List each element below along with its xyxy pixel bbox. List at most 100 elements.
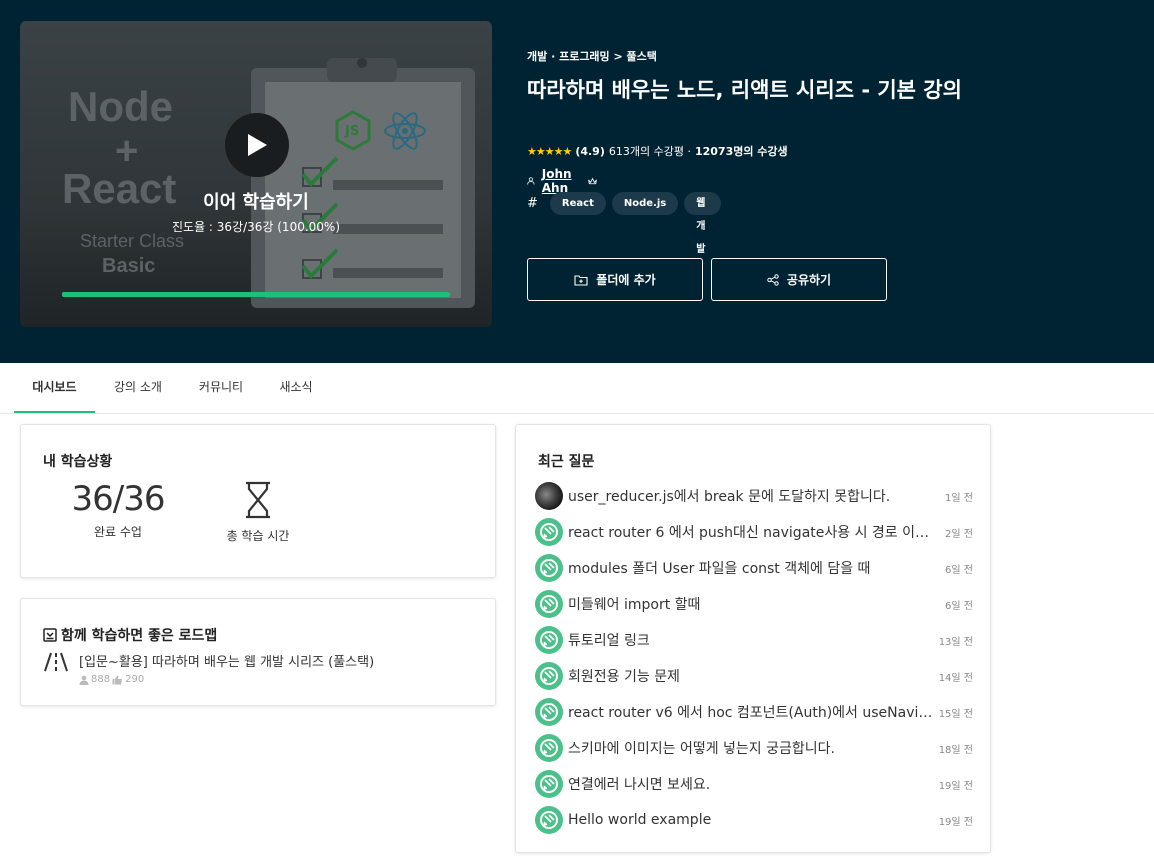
question-time: 18일 전 [938,744,973,756]
default-avatar-icon [535,590,563,618]
person-icon [79,675,89,685]
question-item[interactable]: react router 6 에서 push대신 navigate사용 시 경로… [535,514,973,550]
question-time: 15일 전 [938,708,973,720]
default-avatar-icon [535,698,563,726]
thumbnail-text-node: Node [68,83,173,130]
progress-text: 진도율 : 36강/36강 (100.00%) [171,220,341,234]
tab-news[interactable]: 새소식 [265,363,327,413]
completed-label: 완료 수업 [94,525,142,539]
review-count[interactable]: 613개의 수강평 · [609,143,691,159]
course-tabs: 대시보드 강의 소개 커뮤니티 새소식 [0,363,1154,414]
tag-web-dev[interactable]: 웹 개발 [684,192,721,255]
my-progress-title: 내 학습상황 [43,454,113,470]
question-list: user_reducer.js에서 break 문에 도달하지 못합니다. 1일 … [535,478,973,838]
question-time: 19일 전 [938,780,973,792]
default-avatar-icon [535,734,563,762]
question-time: 1일 전 [945,492,973,504]
tab-community[interactable]: 커뮤니티 [183,363,259,413]
thumbs-up-icon [112,675,123,684]
recent-questions-card: 최근 질문 user_reducer.js에서 break 문에 도달하지 못합… [515,424,991,853]
question-time: 6일 전 [945,600,973,612]
course-title: 따라하며 배우는 노드, 리액트 시리즈 - 기본 강의 [527,78,962,102]
question-title[interactable]: user_reducer.js에서 break 문에 도달하지 못합니다. [568,486,936,506]
user-avatar [535,482,563,510]
tag-nodejs[interactable]: Node.js [611,192,679,215]
course-header: Node + React Starter Class Basic JS 이어 학… [0,0,1154,363]
roadmap-icon [43,628,57,642]
roadmap-student-count: 888 [91,674,111,685]
question-item[interactable]: 튜토리얼 링크 13일 전 [535,622,973,658]
question-title[interactable]: 회원전용 기능 문제 [568,666,936,686]
default-avatar-icon [535,518,563,546]
question-title[interactable]: modules 폴더 User 파일을 const 객체에 담을 때 [568,558,936,578]
question-title[interactable]: react router v6 에서 hoc 컴포넌트(Auth)에서 useN… [568,702,936,722]
question-title[interactable]: 미들웨어 import 할때 [568,594,936,614]
road-icon [44,652,68,672]
tab-dashboard[interactable]: 대시보드 [14,363,95,413]
study-time-stat: 총 학습 시간 [208,481,308,544]
author-row: John Ahn [527,167,597,195]
question-item[interactable]: 회원전용 기능 문제 14일 전 [535,658,973,694]
roadmap-item-meta: 888 290 [79,674,374,685]
roadmap-item[interactable]: [입문~활용] 따라하며 배우는 웹 개발 시리즈 (풀스택) 888 290 [43,651,374,685]
completed-stat: 36/36 완료 수업 [58,479,178,540]
question-time: 2일 전 [945,528,973,540]
author-link[interactable]: John Ahn [542,167,581,195]
question-item[interactable]: modules 폴더 User 파일을 const 객체에 담을 때 6일 전 [535,550,973,586]
add-to-folder-button[interactable]: 폴더에 추가 [527,258,703,301]
student-count: 12073명의 수강생 [694,145,788,158]
continue-learning-label[interactable]: 이어 학습하기 [20,188,492,214]
video-thumbnail[interactable]: Node + React Starter Class Basic JS 이어 학… [20,21,492,327]
question-time: 19일 전 [938,816,973,828]
default-avatar-icon [535,806,563,834]
roadmap-item-name[interactable]: [입문~활용] 따라하며 배우는 웹 개발 시리즈 (풀스택) [79,651,374,670]
question-item[interactable]: user_reducer.js에서 break 문에 도달하지 못합니다. 1일 … [535,478,973,514]
question-title[interactable]: Hello world example [568,812,936,828]
play-button[interactable] [225,113,289,177]
share-button[interactable]: 공유하기 [711,258,887,301]
tag-react[interactable]: React [549,192,606,215]
progress-bar-fill [62,292,450,297]
js-logo-text: JS [344,124,359,139]
question-title[interactable]: 스키마에 이미지는 어떻게 넣는지 궁금합니다. [568,738,936,758]
tab-course-intro[interactable]: 강의 소개 [98,363,178,413]
question-title[interactable]: react router 6 에서 push대신 navigate사용 시 경로… [568,522,936,542]
crown-icon [587,177,597,184]
question-title[interactable]: 연결에러 나시면 보세요. [568,774,936,794]
roadmap-like-count: 290 [125,674,145,685]
thumbnail-text-basic: Basic [102,255,156,277]
clipboard-illustration: JS [251,58,475,308]
roadmap-title: 함께 학습하면 좋은 로드맵 [43,625,217,645]
default-avatar-icon [535,626,563,654]
my-progress-card: 내 학습상황 36/36 완료 수업 총 학습 시간 [20,424,496,578]
rating-value: (4.9) [575,144,605,158]
folder-add-icon [574,274,588,286]
study-time-label: 총 학습 시간 [226,529,290,543]
share-icon [767,273,779,286]
rating-row: ★★★★★ (4.9) 613개의 수강평 · 12073명의 수강생 [527,143,788,159]
breadcrumb[interactable]: 개발 · 프로그래밍 > 풀스택 [527,48,657,64]
question-item[interactable]: 미들웨어 import 할때 6일 전 [535,586,973,622]
hashtag-icon: # [527,196,538,211]
question-time: 13일 전 [938,636,973,648]
question-time: 6일 전 [945,564,973,576]
user-icon [527,177,535,185]
star-rating-icon: ★★★★★ [527,144,572,158]
roadmap-title-text: 함께 학습하면 좋은 로드맵 [61,628,218,644]
question-title[interactable]: 튜토리얼 링크 [568,630,936,650]
share-label: 공유하기 [786,273,832,287]
recent-questions-title: 최근 질문 [538,454,595,470]
roadmap-card: 함께 학습하면 좋은 로드맵 [입문~활용] 따라하며 배우는 웹 개발 시리즈… [20,598,496,706]
default-avatar-icon [535,554,563,582]
completed-count: 36/36 [71,479,166,519]
play-icon [248,134,267,156]
default-avatar-icon [535,770,563,798]
question-item[interactable]: 연결에러 나시면 보세요. 19일 전 [535,766,973,802]
question-item[interactable]: react router v6 에서 hoc 컴포넌트(Auth)에서 useN… [535,694,973,730]
tags-row: # React Node.js 웹 개발 [527,192,721,255]
question-item[interactable]: Hello world example 19일 전 [535,802,973,838]
default-avatar-icon [535,662,563,690]
question-time: 14일 전 [938,672,973,684]
progress-bar [62,292,450,297]
question-item[interactable]: 스키마에 이미지는 어떻게 넣는지 궁금합니다. 18일 전 [535,730,973,766]
